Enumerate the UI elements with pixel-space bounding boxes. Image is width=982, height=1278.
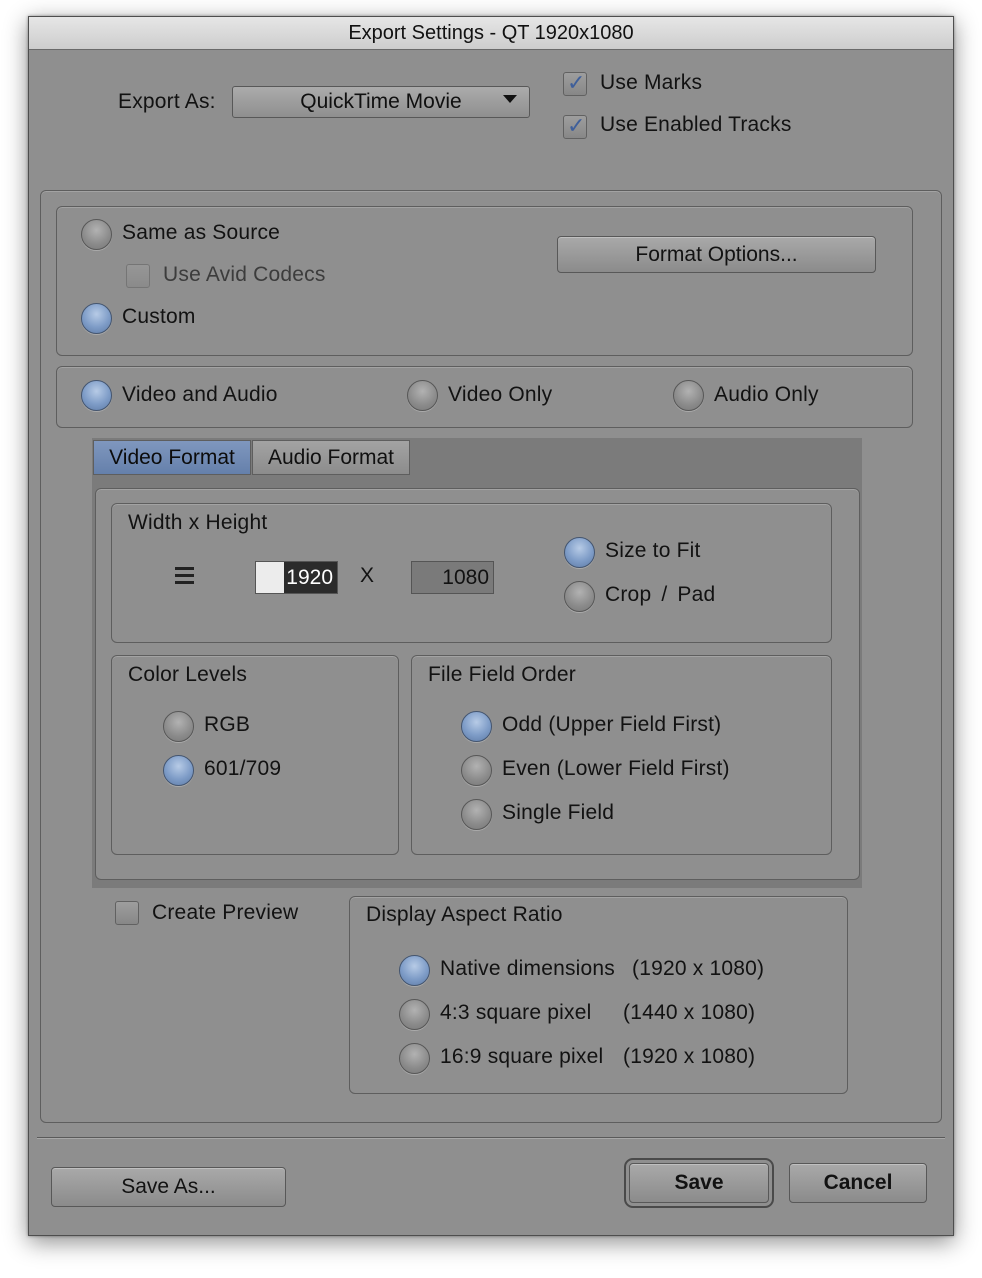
dimension-separator: X xyxy=(360,564,375,587)
four-three-radio[interactable] xyxy=(399,999,430,1030)
rgb-radio[interactable] xyxy=(163,711,194,742)
height-input[interactable]: 1080 xyxy=(411,561,494,594)
video-only-radio[interactable] xyxy=(407,380,438,411)
use-enabled-tracks-label: Use Enabled Tracks xyxy=(600,113,792,136)
export-as-value: QuickTime Movie xyxy=(300,90,462,113)
checkmark-icon: ✓ xyxy=(567,113,586,138)
sixteen-nine-value: (1920 x 1080) xyxy=(623,1045,756,1068)
native-dimensions-label: Native dimensions xyxy=(440,957,615,980)
four-three-label: 4:3 square pixel xyxy=(440,1001,592,1024)
four-three-value: (1440 x 1080) xyxy=(623,1001,756,1024)
audio-only-label: Audio Only xyxy=(714,383,819,406)
export-settings-dialog: Export Settings - QT 1920x1080 Export As… xyxy=(28,16,954,1236)
even-field-radio[interactable] xyxy=(461,755,492,786)
format-options-button[interactable]: Format Options... xyxy=(557,236,876,273)
use-avid-codecs-checkbox[interactable] xyxy=(126,264,150,288)
video-and-audio-label: Video and Audio xyxy=(122,383,278,406)
same-as-source-radio[interactable] xyxy=(81,219,112,250)
tab-audio-format[interactable]: Audio Format xyxy=(252,440,410,475)
tab-video-format[interactable]: Video Format xyxy=(93,440,251,475)
size-to-fit-radio[interactable] xyxy=(564,537,595,568)
dropdown-arrow-icon xyxy=(503,95,517,103)
size-to-fit-label: Size to Fit xyxy=(605,539,701,562)
rec601-709-label: 601/709 xyxy=(204,757,282,780)
odd-field-radio[interactable] xyxy=(461,711,492,742)
sixteen-nine-label: 16:9 square pixel xyxy=(440,1045,604,1068)
single-field-label: Single Field xyxy=(502,801,615,824)
even-field-label: Even (Lower Field First) xyxy=(502,757,730,780)
rgb-label: RGB xyxy=(204,713,251,736)
width-input[interactable]: 1920 xyxy=(255,561,338,594)
custom-radio[interactable] xyxy=(81,303,112,334)
single-field-radio[interactable] xyxy=(461,799,492,830)
use-enabled-tracks-checkbox[interactable]: ✓ xyxy=(563,113,587,139)
use-marks-label: Use Marks xyxy=(600,71,703,94)
create-preview-checkbox[interactable] xyxy=(115,901,139,925)
video-and-audio-radio[interactable] xyxy=(81,380,112,411)
native-dimensions-radio[interactable] xyxy=(399,955,430,986)
window-title: Export Settings - QT 1920x1080 xyxy=(29,17,953,50)
same-as-source-label: Same as Source xyxy=(122,221,281,244)
export-as-dropdown[interactable]: QuickTime Movie xyxy=(232,86,530,118)
create-preview-label: Create Preview xyxy=(152,901,299,924)
width-height-title: Width x Height xyxy=(128,511,268,534)
native-dimensions-value: (1920 x 1080) xyxy=(632,957,765,980)
custom-label: Custom xyxy=(122,305,196,328)
use-avid-codecs-label: Use Avid Codecs xyxy=(163,263,326,286)
field-order-title: File Field Order xyxy=(428,663,576,686)
export-as-label: Export As: xyxy=(118,90,216,113)
save-button[interactable]: Save xyxy=(624,1158,774,1208)
use-marks-checkbox[interactable]: ✓ xyxy=(563,70,587,96)
crop-pad-label: Crop / Pad xyxy=(605,583,716,606)
checkmark-icon: ✓ xyxy=(567,70,586,95)
aspect-ratio-title: Display Aspect Ratio xyxy=(366,903,563,926)
bottom-divider xyxy=(37,1137,945,1139)
rec601-709-radio[interactable] xyxy=(163,755,194,786)
audio-only-radio[interactable] xyxy=(673,380,704,411)
color-levels-title: Color Levels xyxy=(128,663,248,686)
odd-field-label: Odd (Upper Field First) xyxy=(502,713,722,736)
cancel-button[interactable]: Cancel xyxy=(789,1163,927,1203)
sixteen-nine-radio[interactable] xyxy=(399,1043,430,1074)
crop-pad-radio[interactable] xyxy=(564,581,595,612)
link-dimensions-icon[interactable] xyxy=(175,567,194,585)
save-as-button[interactable]: Save As... xyxy=(51,1167,286,1207)
video-only-label: Video Only xyxy=(448,383,553,406)
